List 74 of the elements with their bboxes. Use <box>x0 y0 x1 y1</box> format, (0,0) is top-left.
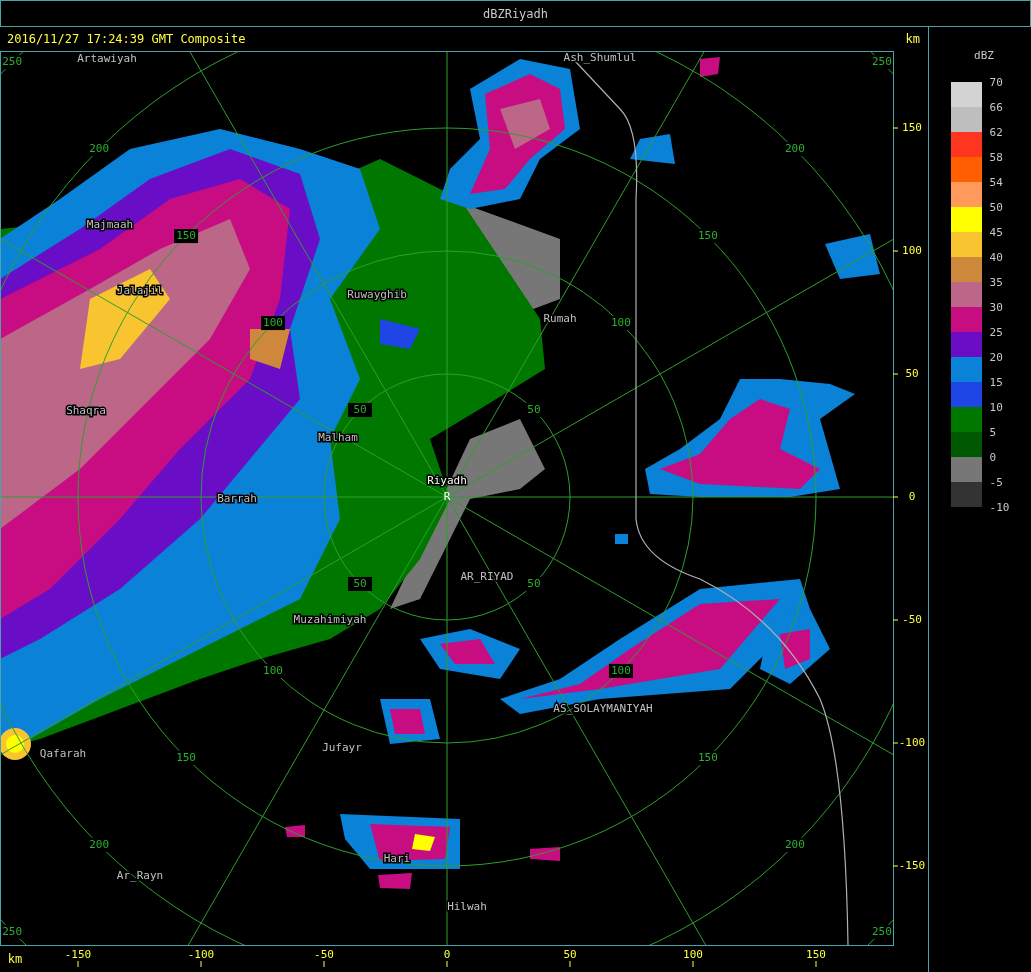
x-axis-label: 100 <box>683 948 703 961</box>
legend-label: 5 <box>989 425 998 441</box>
legend-label: 62 <box>989 125 1004 141</box>
legend-label: 50 <box>989 200 1004 216</box>
radar-echo-area <box>440 639 495 664</box>
radar-echo-area <box>630 134 675 164</box>
x-axis-label: -50 <box>314 948 334 961</box>
range-ring-label: 200 <box>87 837 112 852</box>
x-axis-unit: km <box>7 951 23 966</box>
x-axis-label: -100 <box>187 948 215 961</box>
place-label: Majmaah <box>86 218 134 231</box>
legend-title: dBZ <box>974 49 994 62</box>
radar-echo-area <box>530 847 560 861</box>
x-axis-label: 50 <box>563 948 577 961</box>
range-ring-label: 200 <box>782 142 807 157</box>
legend-label: 54 <box>989 175 1004 191</box>
place-label: AR_RIYAD <box>460 570 514 583</box>
y-axis-label: -150 <box>898 859 926 872</box>
y-axis-unit: km <box>905 32 920 46</box>
place-label: Ar_Rayn <box>116 869 164 882</box>
y-axis-label: 50 <box>905 367 919 380</box>
radar-echo-area <box>825 234 880 279</box>
y-axis-label: 100 <box>902 244 922 257</box>
legend-label: 15 <box>989 375 1004 391</box>
legend-label: 20 <box>989 350 1004 366</box>
place-label: Rumah <box>543 312 577 325</box>
place-label: Hilwah <box>447 900 487 913</box>
range-ring-label: 200 <box>782 837 807 852</box>
range-ring-label: 50 <box>348 403 373 418</box>
range-ring-label: 250 <box>869 55 893 70</box>
y-axis-label: 0 <box>908 490 916 503</box>
place-label: Artawiyah <box>77 52 137 65</box>
y-axis-label: -100 <box>898 736 926 749</box>
radar-echo-area <box>380 319 420 349</box>
place-label: Ash_Shumlul <box>563 52 637 64</box>
radar-echo-area <box>615 534 628 544</box>
legend-label: 58 <box>989 150 1004 166</box>
place-label: Barrah <box>217 492 257 505</box>
x-axis-label: 150 <box>806 948 826 961</box>
range-ring-label: 250 <box>1 55 25 70</box>
legend-label: 0 <box>989 450 998 466</box>
window-title: dBZRiyadh <box>483 6 548 21</box>
y-axis-label: -50 <box>902 613 922 626</box>
x-axis-label: 0 <box>443 948 451 961</box>
range-ring-label: 200 <box>87 142 112 157</box>
legend-label: 66 <box>989 100 1004 116</box>
place-label: Jufayr <box>322 741 362 754</box>
radar-echo-area <box>700 57 720 77</box>
legend-label: 40 <box>989 250 1004 266</box>
x-axis-label: -150 <box>64 948 92 961</box>
radar-echo-area <box>285 825 305 837</box>
radar-echo-area <box>500 99 550 149</box>
legend-label: 70 <box>989 75 1004 91</box>
radar-echo-area <box>390 709 425 734</box>
range-ring-label: 100 <box>261 316 286 331</box>
legend-label: 45 <box>989 225 1004 241</box>
range-ring-label: 250 <box>869 924 893 939</box>
radar-site-marker: R <box>443 490 451 503</box>
range-ring-label: 250 <box>1 924 25 939</box>
radar-echo-area <box>6 735 24 753</box>
range-ring-label: 150 <box>174 229 199 244</box>
place-label: Riyadh <box>427 474 467 487</box>
legend-label: 30 <box>989 300 1004 316</box>
legend-label: -5 <box>989 475 1004 491</box>
timestamp-label: 2016/11/27 17:24:39 GMT Composite <box>7 32 246 46</box>
radar-echo-area <box>378 873 412 889</box>
legend-label: 25 <box>989 325 1004 341</box>
place-label: Qafarah <box>39 747 87 760</box>
legend-label: -10 <box>989 500 1010 516</box>
legend-label: 10 <box>989 400 1004 416</box>
legend-label: 35 <box>989 275 1004 291</box>
y-axis-label: 150 <box>902 121 922 134</box>
place-label: Ruwayghib <box>347 288 407 301</box>
place-label: Muzahimiyah <box>293 613 367 626</box>
